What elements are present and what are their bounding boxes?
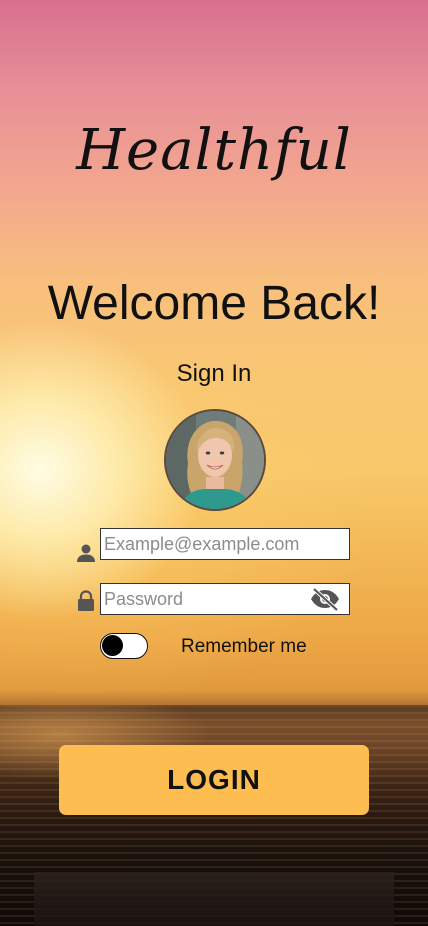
- background-clouds: [0, 560, 428, 700]
- eye-off-icon[interactable]: [309, 587, 341, 612]
- user-icon: [74, 541, 98, 565]
- remember-me-toggle[interactable]: [100, 633, 148, 659]
- toggle-knob: [102, 635, 123, 656]
- welcome-heading: Welcome Back!: [47, 277, 381, 330]
- avatar-photo: [166, 411, 264, 509]
- app-title: Healthful: [76, 118, 352, 183]
- password-field[interactable]: [104, 584, 304, 614]
- background-shore: [34, 872, 394, 926]
- login-button[interactable]: LOGIN: [59, 745, 369, 815]
- sign-in-subtitle: Sign In: [176, 360, 252, 387]
- password-field-container: [100, 583, 350, 615]
- email-field[interactable]: [104, 529, 344, 559]
- lock-icon: [74, 589, 98, 613]
- remember-me-label: Remember me: [181, 636, 307, 657]
- email-field-container: [100, 528, 350, 560]
- avatar[interactable]: [164, 409, 266, 511]
